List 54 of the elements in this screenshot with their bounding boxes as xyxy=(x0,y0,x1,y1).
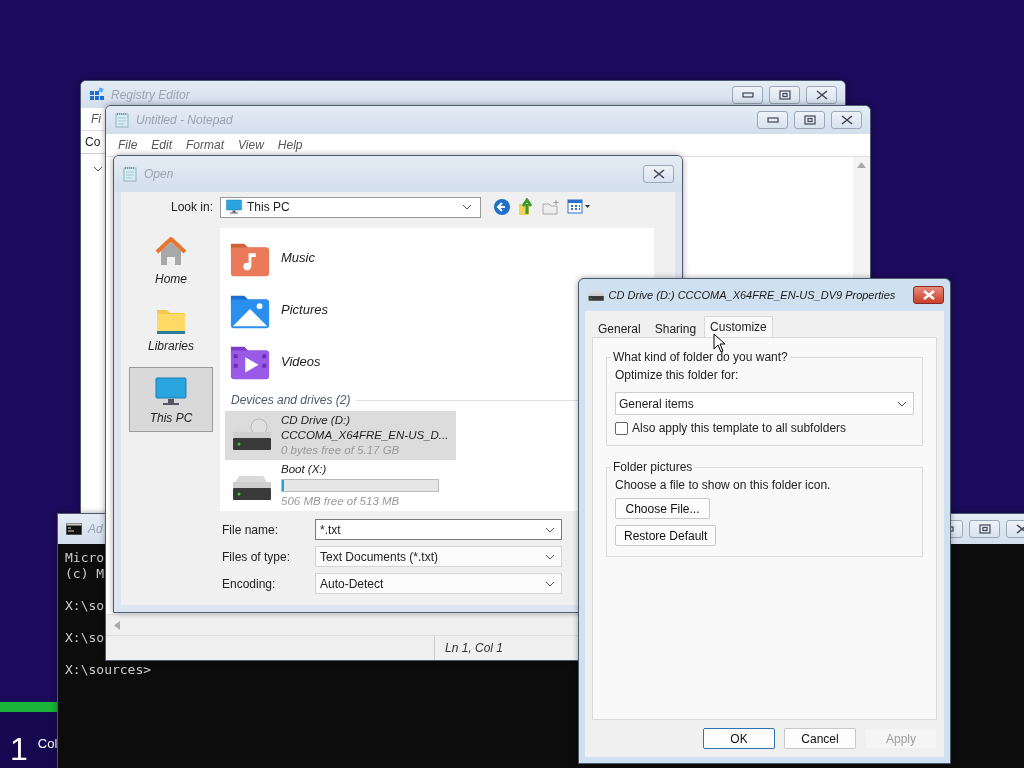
file-name-field[interactable]: *.txt xyxy=(315,519,562,540)
console-line: X:\so xyxy=(65,629,105,646)
step-label: Col xyxy=(37,735,58,751)
field-label: File name: xyxy=(222,522,280,537)
console-line: X:\sources> xyxy=(65,661,152,678)
menu-item[interactable]: Help xyxy=(277,138,303,152)
folder-item[interactable]: Pictures xyxy=(229,283,332,336)
tab[interactable]: General xyxy=(592,319,647,337)
menu-item[interactable]: Format xyxy=(186,138,225,152)
window-title: Registry Editor xyxy=(111,87,190,102)
console-line: Micro xyxy=(65,550,105,566)
step-number: 1 xyxy=(10,732,28,766)
address-text: Co xyxy=(85,135,101,149)
drive-item[interactable]: CD Drive (D:) CCCOMA_X64FRE_EN-US_D... 0 bytes free of 5.17 GB xyxy=(225,411,457,460)
drive-name: CD Drive (D:) xyxy=(281,413,351,428)
group-title: What kind of folder do you want? xyxy=(612,350,789,364)
folder-item[interactable]: Music xyxy=(229,232,319,284)
menu-item[interactable]: File xyxy=(118,138,138,152)
checkbox-label: Also apply this template to all subfolders xyxy=(632,421,847,435)
menu-item[interactable]: Fi xyxy=(91,112,101,126)
action-button[interactable]: Choose File... xyxy=(615,498,710,519)
description-text: Choose a file to show on this folder icon. xyxy=(615,478,832,492)
place-item[interactable]: This PC xyxy=(129,367,213,432)
look-in-dropdown[interactable]: This PC xyxy=(220,196,481,218)
folder-item[interactable]: Videos xyxy=(229,335,325,387)
free-space: 506 MB free of 513 MB xyxy=(281,494,401,509)
action-button[interactable]: Restore Default xyxy=(615,525,717,546)
place-item[interactable]: Home xyxy=(129,228,213,291)
field-label: Files of type: xyxy=(222,549,292,564)
dropdown[interactable]: Auto-Detect xyxy=(315,573,562,594)
free-space: 0 bytes free of 5.17 GB xyxy=(281,443,401,458)
drive-item[interactable]: Boot (X:) 506 MB free of 513 MB xyxy=(225,460,447,511)
dropdown[interactable]: Text Documents (*.txt) xyxy=(315,546,562,567)
place-item[interactable]: Libraries xyxy=(129,297,213,358)
window-title: Untitled - Notepad xyxy=(136,113,233,127)
console-line: X:\so xyxy=(65,597,105,614)
menu-item[interactable]: View xyxy=(238,138,264,152)
group-header: Devices and drives (2) xyxy=(231,393,351,407)
dialog-button[interactable]: OK xyxy=(703,728,775,749)
tab[interactable]: Customize xyxy=(704,316,773,337)
folder-type-dropdown[interactable]: General items xyxy=(615,392,914,415)
field-label: Look in: xyxy=(169,200,213,214)
drive-name: Boot (X:) xyxy=(281,462,328,477)
console-line: (c) M xyxy=(65,566,105,582)
field-label: Optimize this folder for: xyxy=(615,368,740,382)
group-title: Folder pictures xyxy=(612,460,694,474)
dialog-button[interactable]: Cancel xyxy=(784,728,856,749)
window-title: Open xyxy=(144,167,174,181)
volume-label: CCCOMA_X64FRE_EN-US_D... xyxy=(281,428,449,443)
tab[interactable]: Sharing xyxy=(648,319,703,337)
window-title: Ad xyxy=(88,522,103,536)
field-label: Encoding: xyxy=(222,576,277,591)
window-title: CD Drive (D:) CCCOMA_X64FRE_EN-US_DV9 Properties xyxy=(608,289,896,301)
menu-item[interactable]: Edit xyxy=(151,138,173,152)
